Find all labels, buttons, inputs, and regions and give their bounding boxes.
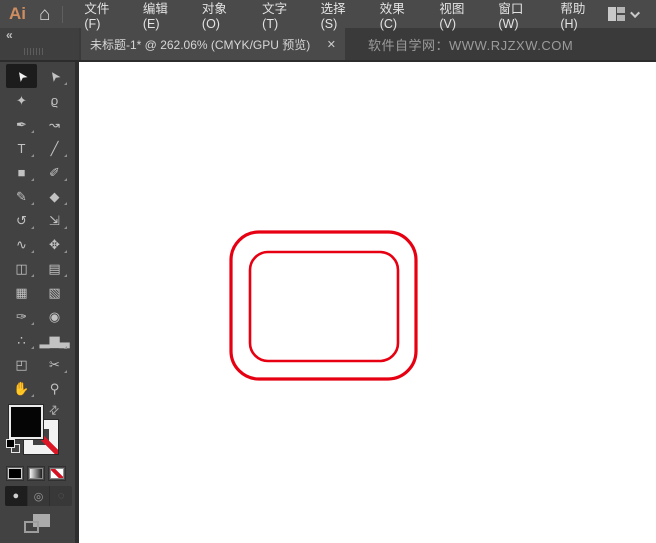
mesh-tool[interactable]: ▦ <box>6 280 37 304</box>
menu-item-effect[interactable]: 效果(C) <box>368 0 428 31</box>
fill-swatch-black[interactable] <box>8 404 44 440</box>
scale-tool-icon: ⇲ <box>49 212 60 228</box>
zoom-tool[interactable]: ⚲ <box>39 376 70 400</box>
perspective-grid-tool-icon: ▤ <box>48 260 61 276</box>
menu-item-type[interactable]: 文字(T) <box>250 0 308 31</box>
symbol-sprayer-tool[interactable]: ∴ <box>6 328 37 352</box>
color-button[interactable] <box>6 466 24 481</box>
home-icon[interactable]: ⌂ <box>39 5 50 24</box>
rectangle-tool-icon: ■ <box>17 164 26 180</box>
direct-selection-tool-icon: ➤ <box>45 67 64 85</box>
eraser-tool-icon: ◆ <box>49 188 60 204</box>
default-fill-stroke-icon[interactable] <box>6 439 22 455</box>
document-tab-title: 未标题-1* @ 262.06% (CMYK/GPU 预览) <box>90 37 311 52</box>
width-tool[interactable]: ∿ <box>6 232 37 256</box>
draw-behind-mode[interactable]: ◎ <box>28 486 51 506</box>
line-segment-tool[interactable]: ╱ <box>39 136 70 160</box>
blend-tool-icon: ◉ <box>48 308 61 324</box>
curvature-tool-icon: ↝ <box>49 116 60 132</box>
tab-close-icon[interactable]: ✕ <box>327 38 336 51</box>
tools-panel: ➤ ➤ ✦ ϱ ✒ ↝ T ╱ ■ ✐ ✎ ◆ ↺ ⇲ ∿ ✥ ◫ ▤ ▦ ▧ ✑ ◉ ∴ ▂▆▃ ◰ ✂ ✋ ⚲ ⇄ ● ◎ ◌ <box>0 62 79 543</box>
change-screen-mode-icon[interactable] <box>24 514 51 534</box>
menu-item-file[interactable]: 文件(F) <box>72 0 130 31</box>
tools-panel-header: « <box>0 28 79 60</box>
shape-builder-tool[interactable]: ◫ <box>6 256 37 280</box>
menu-bar: Ai ⌂ 文件(F) 编辑(E) 对象(O) 文字(T) 选择(S) 效果(C) 视图(V)… <box>0 0 656 31</box>
draw-inside-mode[interactable]: ◌ <box>50 486 72 506</box>
paintbrush-tool[interactable]: ✐ <box>39 160 70 184</box>
lasso-tool[interactable]: ϱ <box>39 88 70 112</box>
type-tool[interactable]: T <box>6 136 37 160</box>
gradient-button[interactable] <box>27 466 45 481</box>
menu-item-object[interactable]: 对象(O) <box>190 0 250 31</box>
zoom-tool-icon: ⚲ <box>49 380 60 396</box>
artboard-tool-icon: ◰ <box>15 356 28 372</box>
hand-tool[interactable]: ✋ <box>6 376 37 400</box>
gradient-tool-icon: ▧ <box>48 284 61 300</box>
fill-stroke-control: ⇄ <box>0 401 75 462</box>
paintbrush-tool-icon: ✐ <box>49 164 60 180</box>
panel-grip-handle[interactable] <box>24 48 44 55</box>
shaper-tool-icon: ✎ <box>16 188 27 204</box>
collapse-panel-icon[interactable]: « <box>6 28 13 42</box>
lasso-tool-icon: ϱ <box>50 92 59 108</box>
magic-wand-tool[interactable]: ✦ <box>6 88 37 112</box>
inner-rounded-rectangle[interactable] <box>248 250 400 363</box>
pen-tool[interactable]: ✒ <box>6 112 37 136</box>
hand-tool-icon: ✋ <box>13 380 30 396</box>
selection-tool[interactable]: ➤ <box>6 64 37 88</box>
magic-wand-tool-icon: ✦ <box>16 92 27 108</box>
symbol-sprayer-tool-icon: ∴ <box>17 332 26 348</box>
menu-item-window[interactable]: 窗口(W) <box>486 0 548 31</box>
line-segment-tool-icon: ╱ <box>50 140 59 156</box>
workspace-switcher-icon[interactable] <box>608 7 625 21</box>
column-graph-tool[interactable]: ▂▆▃ <box>39 328 70 352</box>
color-mode-buttons <box>6 466 66 481</box>
menu-item-help[interactable]: 帮助(H) <box>548 0 608 31</box>
menu-item-select[interactable]: 选择(S) <box>309 0 368 31</box>
eraser-tool[interactable]: ◆ <box>39 184 70 208</box>
eyedropper-tool[interactable]: ✑ <box>6 304 37 328</box>
eyedropper-tool-icon: ✑ <box>16 308 27 324</box>
artwork-rounded-rectangles <box>229 230 418 381</box>
type-tool-icon: T <box>17 140 26 156</box>
scale-tool[interactable]: ⇲ <box>39 208 70 232</box>
width-tool-icon: ∿ <box>16 236 27 252</box>
shape-builder-tool-icon: ◫ <box>15 260 28 276</box>
menu-item-view[interactable]: 视图(V) <box>427 0 486 31</box>
menu-items: 文件(F) 编辑(E) 对象(O) 文字(T) 选择(S) 效果(C) 视图(V) 窗口(W)… <box>72 0 608 31</box>
artboard-tool[interactable]: ◰ <box>6 352 37 376</box>
watermark-text: 软件自学网：WWW.RJZXW.COM <box>368 37 574 53</box>
tools-grid: ➤ ➤ ✦ ϱ ✒ ↝ T ╱ ■ ✐ ✎ ◆ ↺ ⇲ ∿ ✥ ◫ ▤ ▦ ▧ ✑ ◉ ∴ ▂▆▃ ◰ ✂ ✋ ⚲ <box>6 64 70 400</box>
draw-normal-mode[interactable]: ● <box>5 486 28 506</box>
pen-tool-icon: ✒ <box>16 116 27 132</box>
tab-bar: « 未标题-1* @ 262.06% (CMYK/GPU 预览) ✕ 软件自学网… <box>0 28 656 62</box>
column-graph-tool-icon: ▂▆▃ <box>39 332 70 348</box>
menubar-right <box>608 7 656 21</box>
menubar-divider <box>62 5 64 23</box>
perspective-grid-tool[interactable]: ▤ <box>39 256 70 280</box>
menu-item-edit[interactable]: 编辑(E) <box>131 0 190 31</box>
drawing-mode-switch: ● ◎ ◌ <box>5 486 72 506</box>
free-transform-tool-icon: ✥ <box>49 236 60 252</box>
shaper-tool[interactable]: ✎ <box>6 184 37 208</box>
chevron-down-icon[interactable] <box>630 7 641 18</box>
blend-tool[interactable]: ◉ <box>39 304 70 328</box>
slice-tool[interactable]: ✂ <box>39 352 70 376</box>
selection-tool-icon: ➤ <box>12 67 31 85</box>
none-button[interactable] <box>48 466 66 481</box>
direct-selection-tool[interactable]: ➤ <box>39 64 70 88</box>
curvature-tool[interactable]: ↝ <box>39 112 70 136</box>
mesh-tool-icon: ▦ <box>15 284 28 300</box>
gradient-tool[interactable]: ▧ <box>39 280 70 304</box>
document-tab[interactable]: 未标题-1* @ 262.06% (CMYK/GPU 预览) ✕ <box>81 28 345 60</box>
illustrator-logo: Ai <box>9 4 26 23</box>
rotate-tool-icon: ↺ <box>16 212 27 228</box>
free-transform-tool[interactable]: ✥ <box>39 232 70 256</box>
slice-tool-icon: ✂ <box>49 356 60 372</box>
rotate-tool[interactable]: ↺ <box>6 208 37 232</box>
rectangle-tool[interactable]: ■ <box>6 160 37 184</box>
swap-fill-stroke-icon[interactable]: ⇄ <box>46 401 63 418</box>
artboard-canvas[interactable] <box>79 62 656 543</box>
